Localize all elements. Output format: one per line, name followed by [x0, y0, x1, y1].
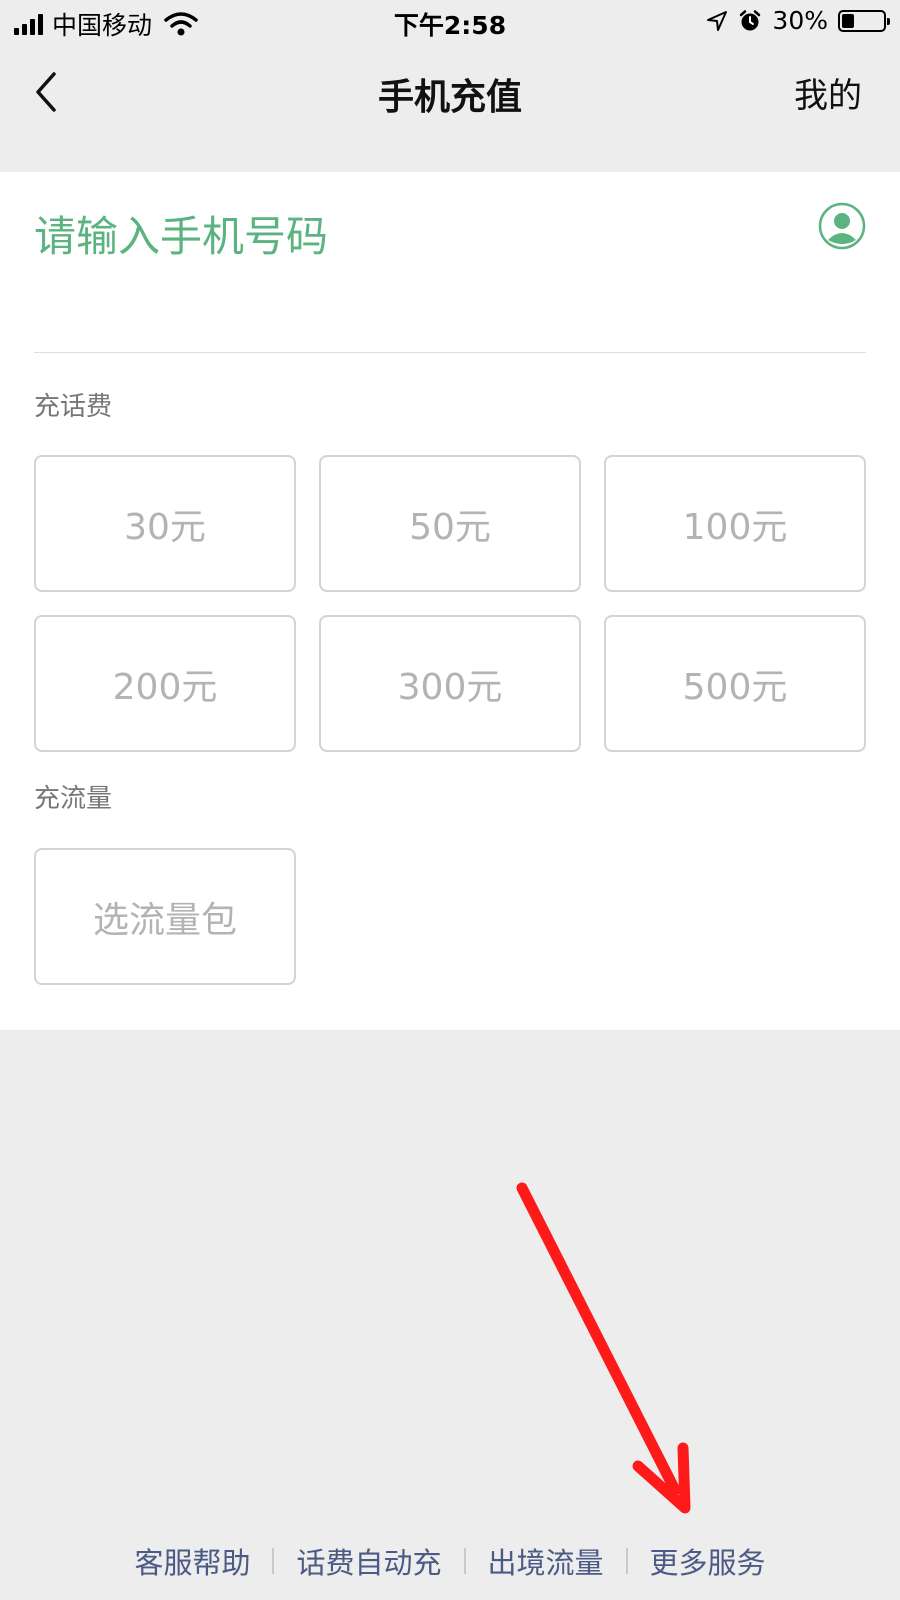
- topup-section-title: 充话费: [34, 392, 113, 422]
- amount-option-30[interactable]: 30元: [34, 455, 296, 592]
- battery-percent: 30%: [772, 6, 828, 35]
- data-plan-grid: 选流量包: [34, 848, 866, 985]
- amount-option-200[interactable]: 200元: [34, 615, 296, 752]
- status-right: 30%: [706, 6, 890, 35]
- battery-icon: [838, 9, 890, 32]
- footer-link-help[interactable]: 客服帮助: [134, 1540, 250, 1582]
- footer-divider: [463, 1548, 466, 1574]
- amount-option-300[interactable]: 300元: [319, 615, 581, 752]
- select-data-plan-button[interactable]: 选流量包: [34, 848, 296, 985]
- my-account-link[interactable]: 我的: [794, 68, 862, 117]
- location-icon: [707, 10, 728, 31]
- footer-links: 客服帮助 话费自动充 出境流量 更多服务: [0, 1540, 900, 1582]
- footer-divider: [625, 1548, 628, 1574]
- footer-link-more-services[interactable]: 更多服务: [650, 1540, 766, 1582]
- contacts-icon[interactable]: [818, 202, 866, 250]
- amount-option-50[interactable]: 50元: [319, 455, 581, 592]
- footer-link-auto-recharge[interactable]: 话费自动充: [296, 1540, 441, 1582]
- page-title: 手机充值: [377, 77, 522, 118]
- battery-level-fill: [842, 13, 854, 28]
- amount-grid: 30元 50元 100元 200元 300元 500元: [34, 455, 866, 752]
- data-plan-section-title: 充流量: [34, 784, 113, 814]
- phone-input-row: [34, 202, 866, 353]
- footer-link-roaming-data[interactable]: 出境流量: [488, 1540, 604, 1582]
- alarm-icon: [740, 9, 761, 30]
- amount-option-500[interactable]: 500元: [604, 615, 866, 752]
- amount-option-100[interactable]: 100元: [604, 455, 866, 592]
- footer-divider: [272, 1548, 275, 1574]
- recharge-card: 充话费 30元 50元 100元 200元 300元 500元 充流量 选流量包: [0, 172, 900, 1030]
- status-bar: 中国移动 下午2:58 30%: [0, 0, 900, 44]
- nav-bar: 手机充值 我的: [0, 44, 900, 144]
- phone-number-input[interactable]: [34, 212, 754, 261]
